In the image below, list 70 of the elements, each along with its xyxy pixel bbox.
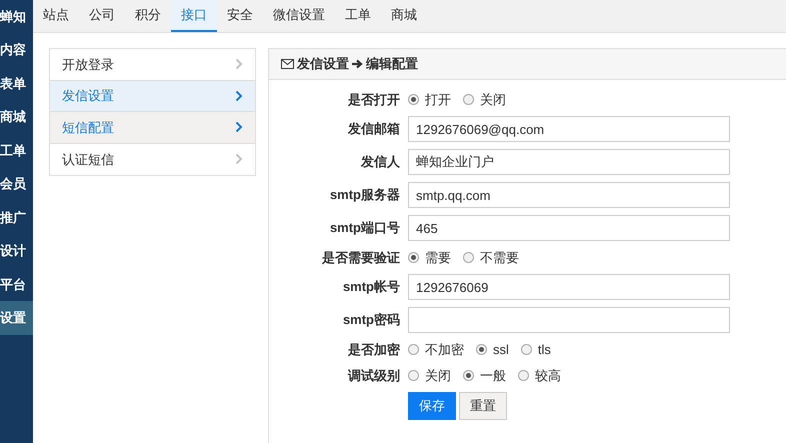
radio-button[interactable] [520,344,532,355]
text-field[interactable]: 1292676069@qq.com [408,116,730,142]
radio-button[interactable] [463,94,474,105]
radio-option[interactable]: 关闭 [408,366,451,386]
radio-option[interactable]: 一般 [463,366,506,386]
nav-tab[interactable]: 接口 [171,0,217,32]
text-field[interactable]: smtp.qq.com [408,182,730,208]
sidebar-item[interactable]: 内容 [0,33,33,66]
nav-tab[interactable]: 站点 [33,0,79,32]
radio-button[interactable] [518,370,529,381]
envelope-icon [281,59,294,69]
text-field[interactable]: 465 [408,215,730,241]
nav-tab[interactable]: 积分 [125,0,171,32]
text-field[interactable]: 蝉知企业门户 [408,149,730,175]
chevron-icon [235,121,243,134]
field-label: smtp帐号 [342,278,401,296]
arrow-right-icon [352,59,363,69]
chevron-icon [235,58,243,70]
radio-button[interactable] [408,252,419,263]
save-button[interactable]: 保存 [408,392,456,420]
field-label: smtp密码 [342,311,401,330]
reset-button[interactable]: 重置 [459,392,507,420]
brand-logo: 蝉知 [0,8,27,26]
field-label: 是否打开 [347,90,401,109]
radio-button[interactable] [408,344,419,355]
chevron-icon [235,90,243,102]
radio-button[interactable] [463,252,474,263]
field-label: 发信人 [360,153,401,172]
radio-option[interactable]: ssl [476,340,509,360]
menu-item-label: 发信设置 [62,87,114,105]
radio-option[interactable]: 打开 [408,90,451,110]
field-label: 调试级别 [346,366,401,385]
menu-item-label: 短信配置 [62,118,114,136]
menu-item[interactable]: 短信配置 [50,112,255,144]
radio-button[interactable] [408,370,419,381]
field-label: smtp服务器 [328,186,401,204]
menu-item-label: 认证短信 [62,150,114,168]
radio-button[interactable] [476,344,487,355]
radio-option[interactable]: 不加密 [408,340,464,360]
radio-option[interactable]: 较高 [518,366,561,386]
text-field[interactable]: 1292676069 [408,274,730,300]
sidebar-item[interactable]: 商城 [0,100,33,134]
breadcrumb-current: 编辑配置 [366,55,418,74]
sidebar-item[interactable]: 推广 [0,200,33,234]
sidebar-item[interactable]: 工单 [0,134,33,167]
nav-tab[interactable]: 公司 [79,0,125,32]
breadcrumb-link[interactable]: 发信设置 [297,54,349,74]
sidebar-item[interactable]: 设置 [0,301,33,334]
sidebar-item[interactable]: 表单 [0,66,33,100]
sidebar-item[interactable]: 会员 [0,167,33,200]
text-field[interactable] [408,307,730,333]
sidebar-item[interactable]: 平台 [0,268,33,301]
field-label: 发信邮箱 [346,120,401,138]
radio-option[interactable]: 需要 [408,248,451,268]
nav-tab[interactable]: 商城 [381,0,427,32]
radio-button[interactable] [408,94,419,105]
menu-item-label: 开放登录 [62,56,114,74]
radio-option[interactable]: tls [520,340,551,360]
radio-option[interactable]: 关闭 [463,90,506,110]
sidebar-item[interactable]: 设计 [0,234,33,268]
nav-tab[interactable]: 微信设置 [263,0,335,32]
menu-item[interactable]: 发信设置 [50,80,255,112]
field-label: 是否需要验证 [321,248,401,267]
chevron-icon [235,153,243,166]
nav-tab[interactable]: 安全 [217,0,263,32]
nav-tab[interactable]: 工单 [335,0,381,32]
radio-button[interactable] [463,370,474,381]
radio-option[interactable]: 不需要 [463,248,519,268]
field-label: 是否加密 [347,340,401,359]
field-label: smtp端口号 [328,219,401,238]
